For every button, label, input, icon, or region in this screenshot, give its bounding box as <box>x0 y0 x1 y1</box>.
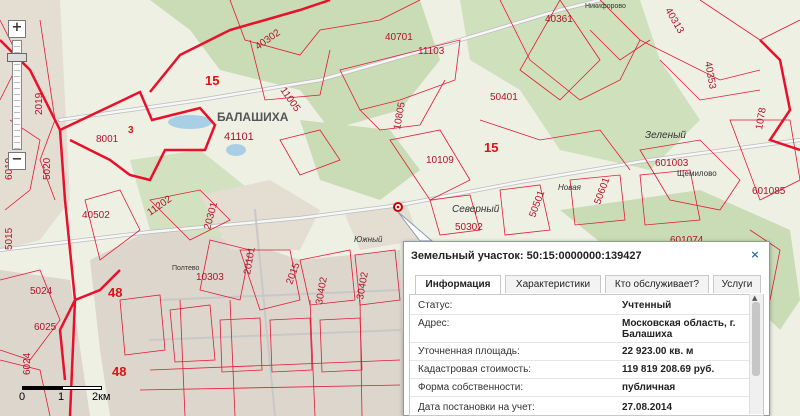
tab-characteristics[interactable]: Характеристики <box>505 275 601 293</box>
divider <box>410 360 763 361</box>
svg-text:50302: 50302 <box>455 222 483 233</box>
svg-text:Южный: Южный <box>354 235 383 244</box>
svg-text:40701: 40701 <box>385 32 413 43</box>
route-label: 48 <box>108 285 122 300</box>
svg-text:Щемилово: Щемилово <box>677 169 717 178</box>
svg-text:6025: 6025 <box>34 322 57 333</box>
scrollbar-thumb[interactable] <box>752 302 760 376</box>
divider <box>410 396 763 397</box>
field-value: Московская область, г. Балашиха <box>622 318 736 340</box>
zoom-control: + − <box>7 20 27 170</box>
svg-text:Полтево: Полтево <box>172 265 200 272</box>
popup-scrollbar[interactable]: ▲ <box>749 294 763 414</box>
popup-tabs: Информация Характеристики Кто обслуживае… <box>409 272 764 295</box>
route-label: 48 <box>112 364 126 379</box>
svg-text:10109: 10109 <box>426 155 454 166</box>
city-name-label: БАЛАШИХА <box>217 110 289 124</box>
scale-label: 2км <box>92 391 111 403</box>
field-value: 119 819 208.69 руб. <box>622 364 715 375</box>
svg-text:10303: 10303 <box>196 272 224 283</box>
svg-text:Северный: Северный <box>452 204 500 215</box>
tab-information[interactable]: Информация <box>415 275 501 294</box>
svg-text:40361: 40361 <box>545 14 573 25</box>
svg-text:40502: 40502 <box>82 210 110 221</box>
tab-service-provider[interactable]: Кто обслуживает? <box>605 275 709 293</box>
zoom-slider[interactable] <box>7 40 27 150</box>
scale-segment <box>62 386 102 390</box>
svg-text:5024: 5024 <box>30 286 53 297</box>
divider <box>410 342 763 343</box>
zoom-out-button[interactable]: − <box>8 152 26 170</box>
close-icon[interactable]: × <box>749 249 761 261</box>
svg-text:Никифорово: Никифорово <box>585 3 626 10</box>
svg-text:601003: 601003 <box>655 158 689 169</box>
field-label: Статус: <box>418 300 453 311</box>
location-pin-icon[interactable] <box>393 202 403 212</box>
scroll-up-icon[interactable]: ▲ <box>752 294 757 302</box>
svg-text:6024: 6024 <box>22 352 33 375</box>
scale-segment <box>22 386 62 390</box>
zoom-slider-handle[interactable] <box>7 53 27 62</box>
svg-text:5015: 5015 <box>4 227 15 250</box>
parcel-info-popup: Земельный участок: 50:15:0000000:139427 … <box>403 241 770 416</box>
svg-text:8001: 8001 <box>96 134 119 145</box>
svg-text:50401: 50401 <box>490 92 518 103</box>
divider <box>410 378 763 379</box>
field-label: Форма собственности: <box>418 382 524 393</box>
divider <box>410 314 763 315</box>
svg-text:Новая: Новая <box>558 183 582 192</box>
scale-bar: 0 1 2км <box>18 382 114 404</box>
field-label: Уточненная площадь: <box>418 346 520 357</box>
svg-text:41101: 41101 <box>224 131 254 143</box>
field-label: Дата постановки на учет: <box>418 402 535 413</box>
svg-text:11103: 11103 <box>418 46 445 57</box>
field-value: 22 923.00 кв. м <box>622 346 694 357</box>
tab-services[interactable]: Услуги <box>713 275 761 293</box>
field-value: публичная <box>622 382 676 393</box>
zoom-in-button[interactable]: + <box>8 20 26 38</box>
svg-text:601085: 601085 <box>752 186 786 197</box>
route-label: 3 <box>128 125 134 136</box>
info-panel: Статус: Учтенный Адрес: Московская облас… <box>409 294 764 416</box>
route-label: 15 <box>484 140 498 155</box>
scale-label: 1 <box>58 391 65 403</box>
field-label: Адрес: <box>418 318 450 329</box>
scale-label: 0 <box>19 391 26 403</box>
svg-text:2019: 2019 <box>34 92 45 115</box>
svg-text:Зеленый: Зеленый <box>645 130 686 141</box>
field-value: Учтенный <box>622 300 672 311</box>
svg-text:5020: 5020 <box>42 157 53 180</box>
route-label: 15 <box>205 73 219 88</box>
field-label: Кадастровая стоимость: <box>418 364 532 375</box>
popup-title: Земельный участок: 50:15:0000000:139427 <box>411 250 642 262</box>
field-value: 27.08.2014 <box>622 402 673 413</box>
